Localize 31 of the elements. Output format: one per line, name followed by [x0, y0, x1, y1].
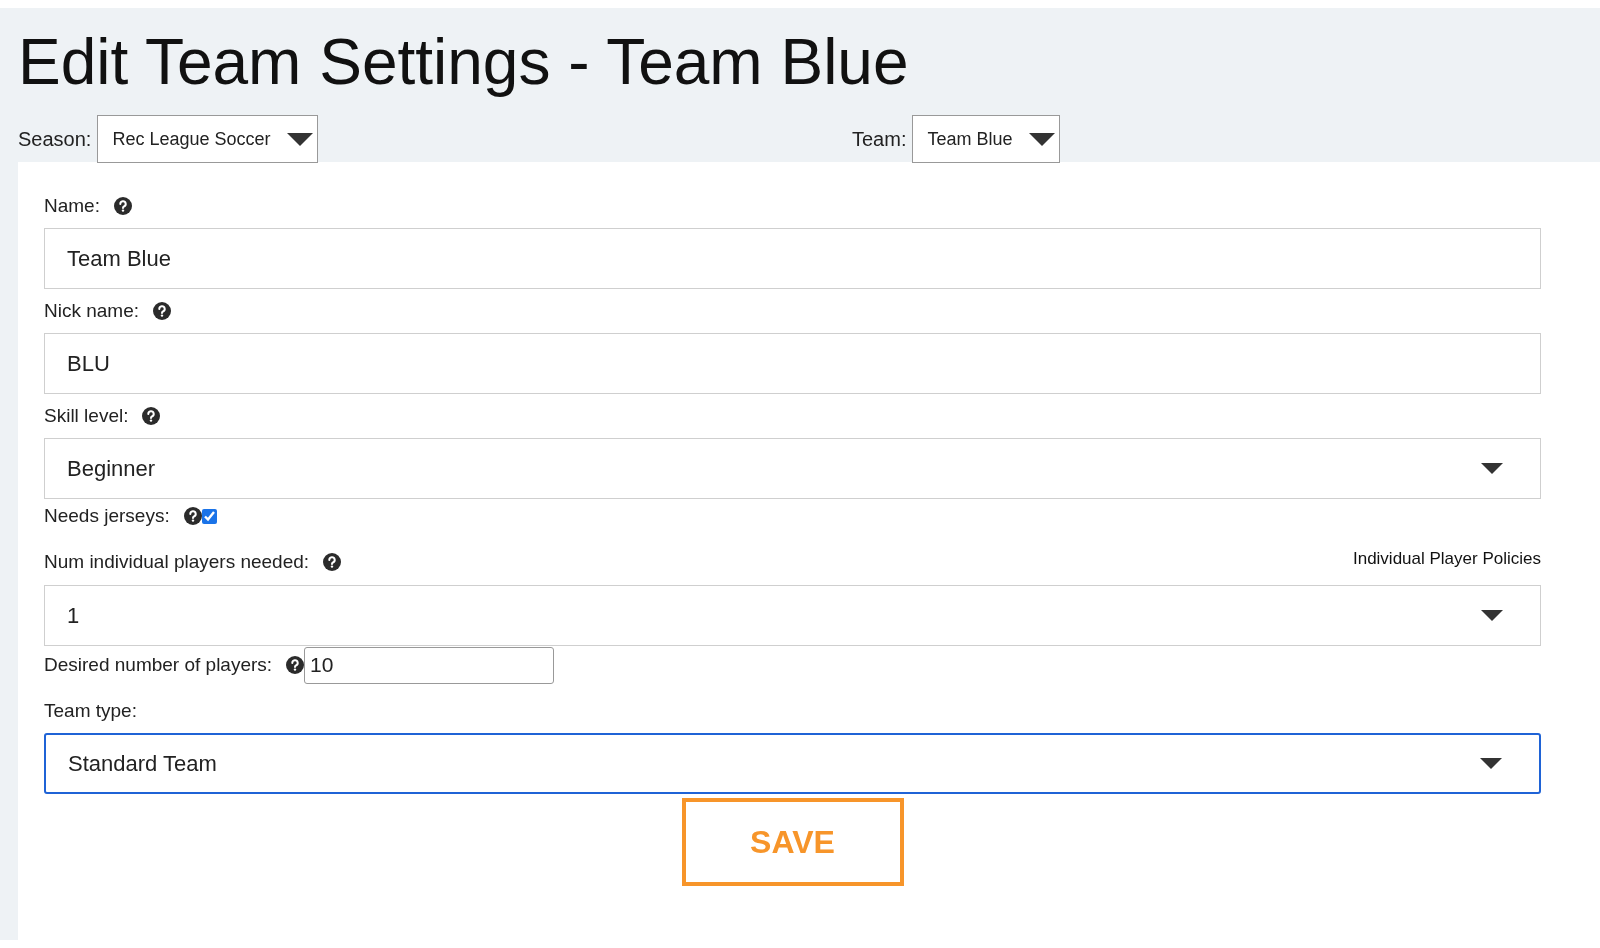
filter-dropdown[interactable]: Rec League Soccer [97, 115, 318, 163]
text-input[interactable]: BLU [44, 333, 1541, 394]
field-label: Nick name: [44, 300, 140, 322]
text-input[interactable]: Team Blue [44, 228, 1541, 289]
select-dropdown[interactable]: Standard Team [44, 733, 1541, 794]
checkbox[interactable] [201, 508, 217, 524]
policies-link[interactable]: Individual Player Policies [1352, 549, 1541, 569]
caret-icon [286, 132, 313, 146]
filter-label: Team: [852, 127, 907, 151]
select-dropdown[interactable]: 1 [44, 585, 1541, 646]
filter-dropdown[interactable]: Team Blue [912, 115, 1060, 163]
help-icon[interactable] [142, 407, 161, 425]
number-input[interactable]: 10 [304, 646, 555, 684]
field-label: Skill level: [44, 405, 129, 427]
caret-icon [1481, 463, 1503, 474]
caret-icon [1481, 610, 1503, 621]
field-label: Team type: [44, 700, 137, 722]
caret-icon [1028, 132, 1055, 146]
page-title: Edit Team Settings - Team Blue [17, 25, 910, 100]
field-label: Name: [44, 195, 100, 217]
help-icon[interactable] [113, 197, 132, 215]
field-label: Needs jerseys: [44, 505, 170, 527]
filter-label: Season: [18, 127, 92, 151]
help-icon[interactable] [153, 302, 172, 320]
help-icon[interactable] [183, 507, 202, 525]
caret-icon [1480, 758, 1502, 769]
help-icon[interactable] [286, 656, 305, 674]
select-dropdown[interactable]: Beginner [44, 438, 1541, 499]
help-icon[interactable] [323, 553, 342, 571]
field-label: Desired number of players: [44, 654, 273, 676]
field-label: Num individual players needed: [44, 551, 310, 573]
